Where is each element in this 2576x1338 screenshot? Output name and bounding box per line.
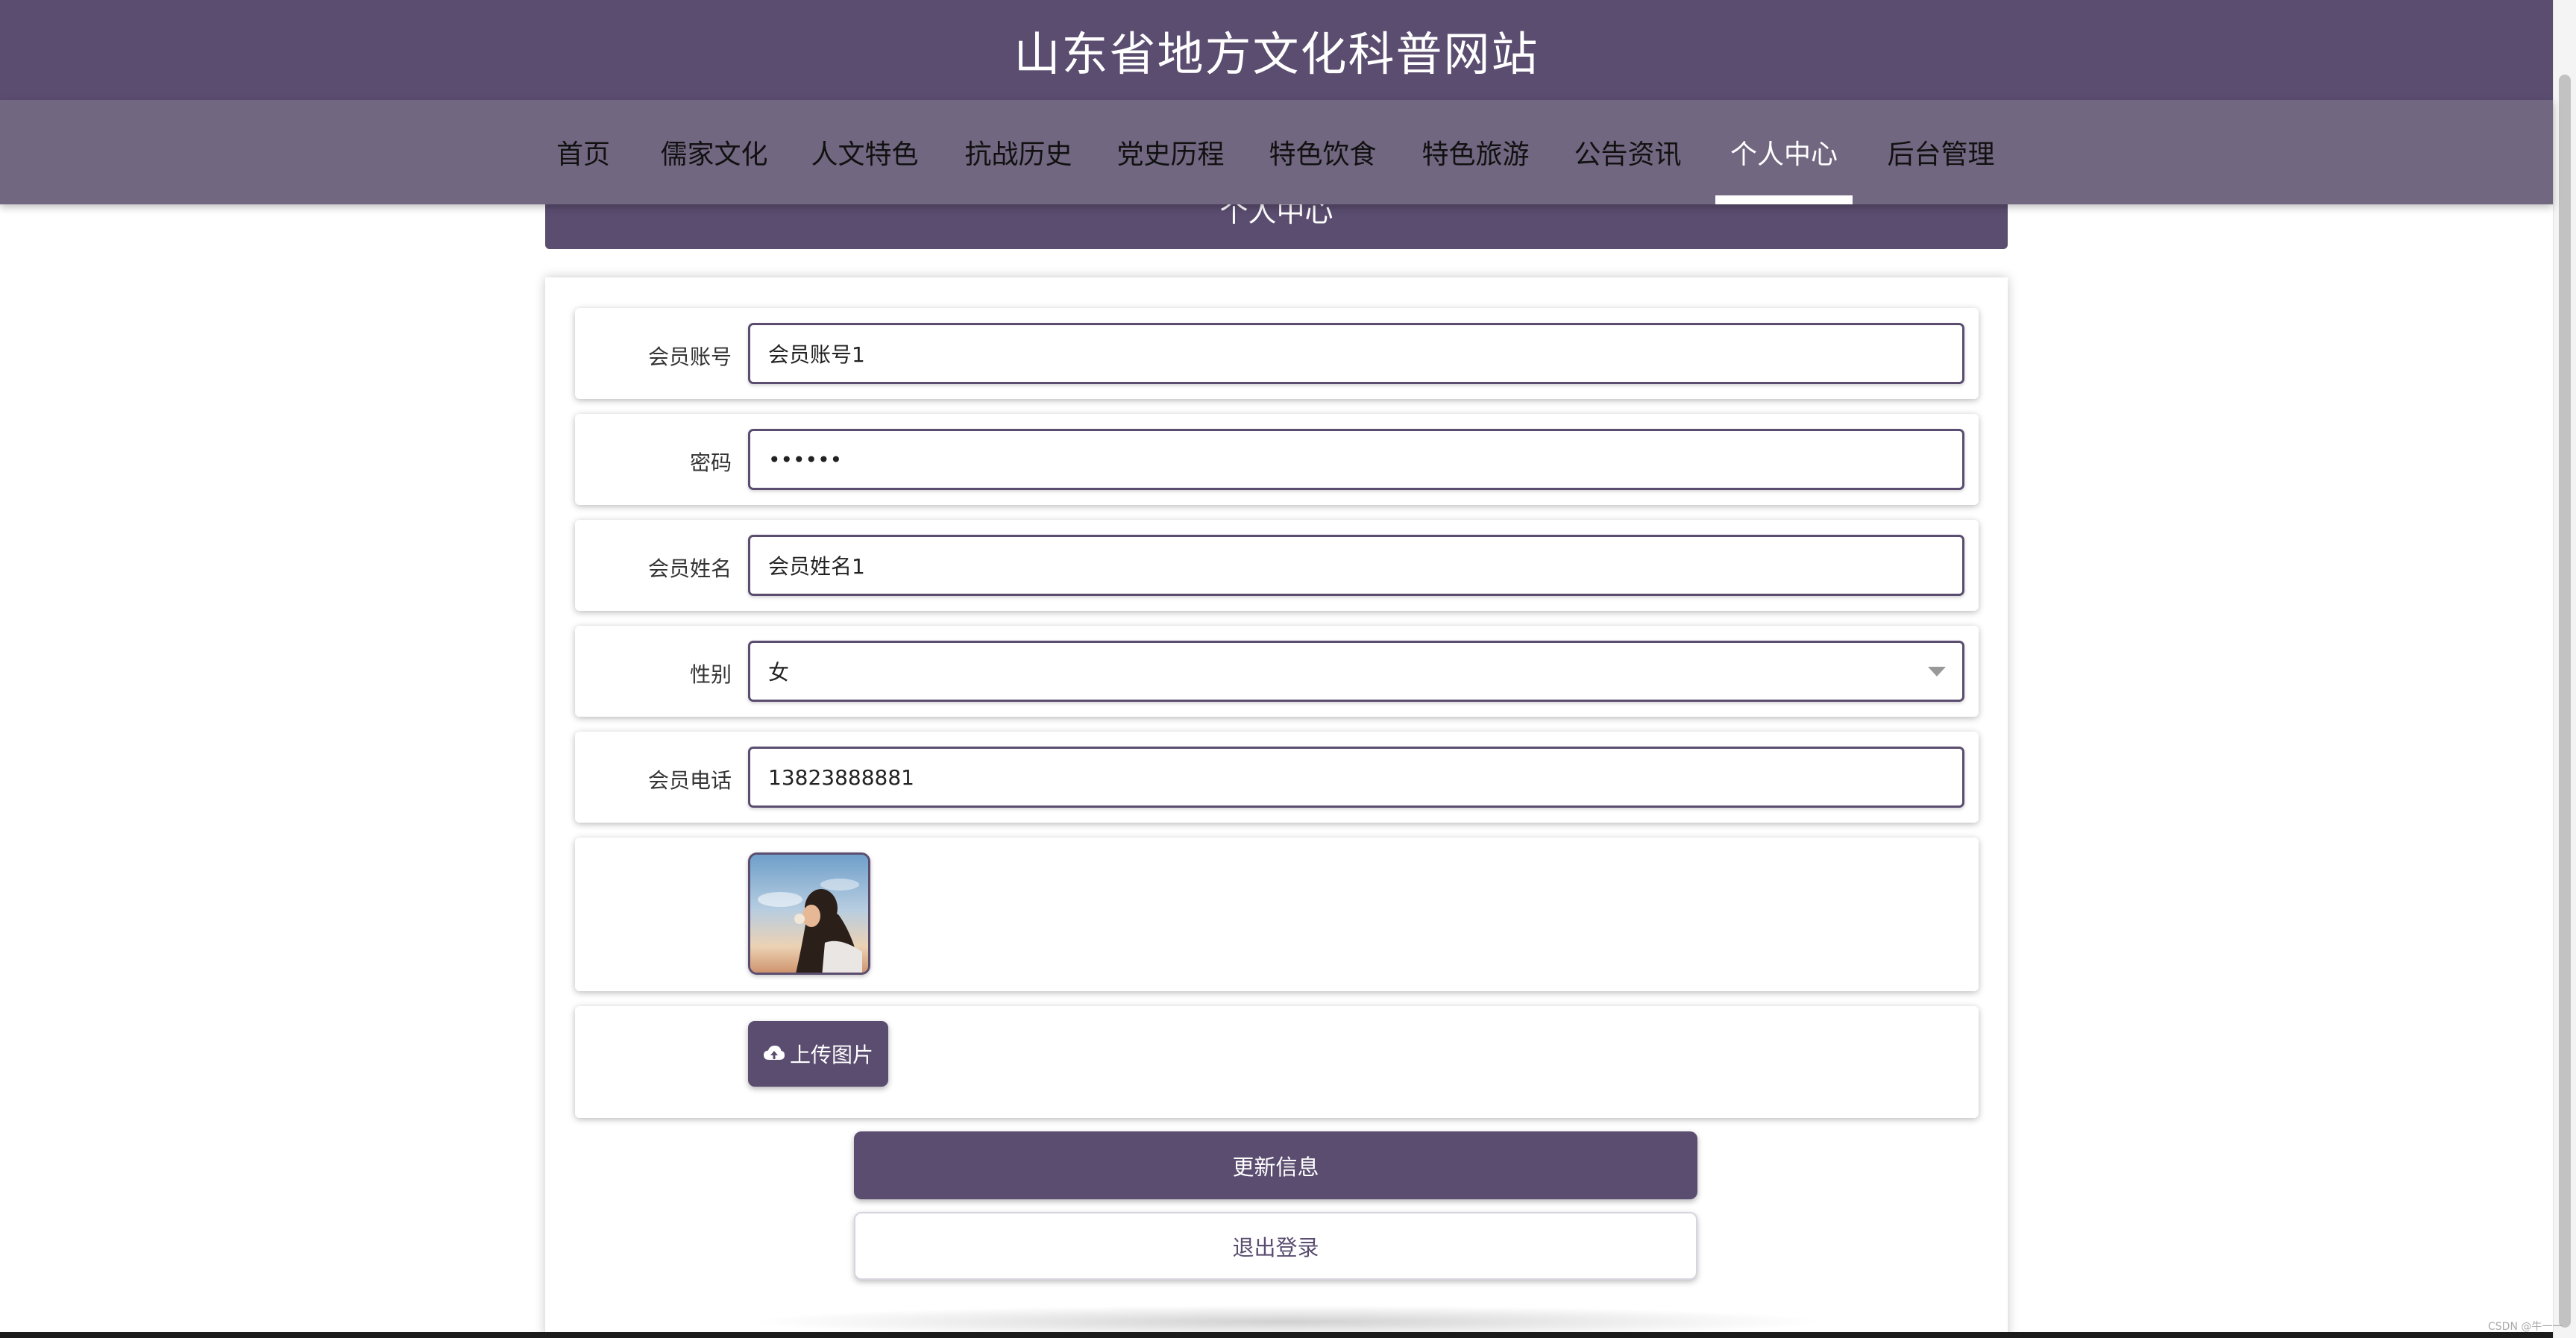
gender-label: 性别 — [689, 662, 732, 687]
site-title: 山东省地方文化科普网站 — [1014, 27, 1539, 81]
site-header: 山东省地方文化科普网站 — [0, 0, 2553, 100]
password-label: 密码 — [689, 450, 732, 475]
form-row-password: 密码 •••••• — [575, 414, 1979, 505]
password-input[interactable]: •••••• — [748, 429, 1964, 490]
nav-item-profile[interactable]: 个人中心 — [1715, 100, 1853, 204]
nav-item-humanities[interactable]: 人文特色 — [799, 100, 930, 204]
logout-button[interactable]: 退出登录 — [854, 1212, 1697, 1280]
account-label: 会员账号 — [647, 345, 732, 369]
cloud-upload-icon — [763, 1046, 785, 1060]
page: 山东省地方文化科普网站 个人中心 首页 儒家文化 人文特色 抗战历史 党史历程 … — [0, 0, 2576, 1338]
active-nav-indicator — [1715, 195, 1853, 204]
upload-button-label: 上传图片 — [789, 1043, 873, 1067]
watermark: CSDN @牛一一 — [2488, 1321, 2563, 1333]
phone-input[interactable]: 13823888881 — [748, 747, 1964, 808]
nav-item-tourism[interactable]: 特色旅游 — [1410, 100, 1541, 204]
account-input[interactable]: 会员账号1 — [748, 323, 1964, 384]
avatar-photo — [750, 855, 868, 973]
nav-item-home[interactable]: 首页 — [538, 100, 628, 204]
gender-select-value: 女 — [768, 660, 790, 685]
phone-label: 会员电话 — [647, 768, 732, 793]
nav-item-confucian-culture[interactable]: 儒家文化 — [649, 100, 779, 204]
nav-item-admin[interactable]: 后台管理 — [1876, 100, 2006, 204]
name-input[interactable]: 会员姓名1 — [748, 535, 1964, 596]
window-bottom-edge — [0, 1332, 2553, 1338]
form-row-account: 会员账号 会员账号1 — [575, 308, 1979, 399]
form-row-name: 会员姓名 会员姓名1 — [575, 520, 1979, 611]
main-nav: 首页 儒家文化 人文特色 抗战历史 党史历程 特色饮食 特色旅游 公告资讯 个人… — [0, 100, 2553, 204]
gender-select[interactable]: 女 — [748, 641, 1964, 702]
nav-item-local-food[interactable]: 特色饮食 — [1257, 100, 1388, 204]
nav-item-war-history[interactable]: 抗战历史 — [953, 100, 1084, 204]
form-row-phone: 会员电话 13823888881 — [575, 732, 1979, 823]
nav-item-announcements[interactable]: 公告资讯 — [1562, 100, 1693, 204]
chevron-down-icon — [1928, 667, 1946, 676]
upload-image-button[interactable]: 上传图片 — [748, 1021, 888, 1087]
update-info-button[interactable]: 更新信息 — [854, 1131, 1697, 1199]
form-row-gender: 性别 女 — [575, 626, 1979, 717]
scrollbar-thumb[interactable] — [2559, 75, 2571, 1328]
nav-item-party-history[interactable]: 党史历程 — [1105, 100, 1236, 204]
form-row-upload: 上传图片 — [575, 1006, 1979, 1118]
name-label: 会员姓名 — [647, 556, 732, 581]
avatar-image — [748, 852, 870, 975]
form-row-avatar — [575, 838, 1979, 991]
